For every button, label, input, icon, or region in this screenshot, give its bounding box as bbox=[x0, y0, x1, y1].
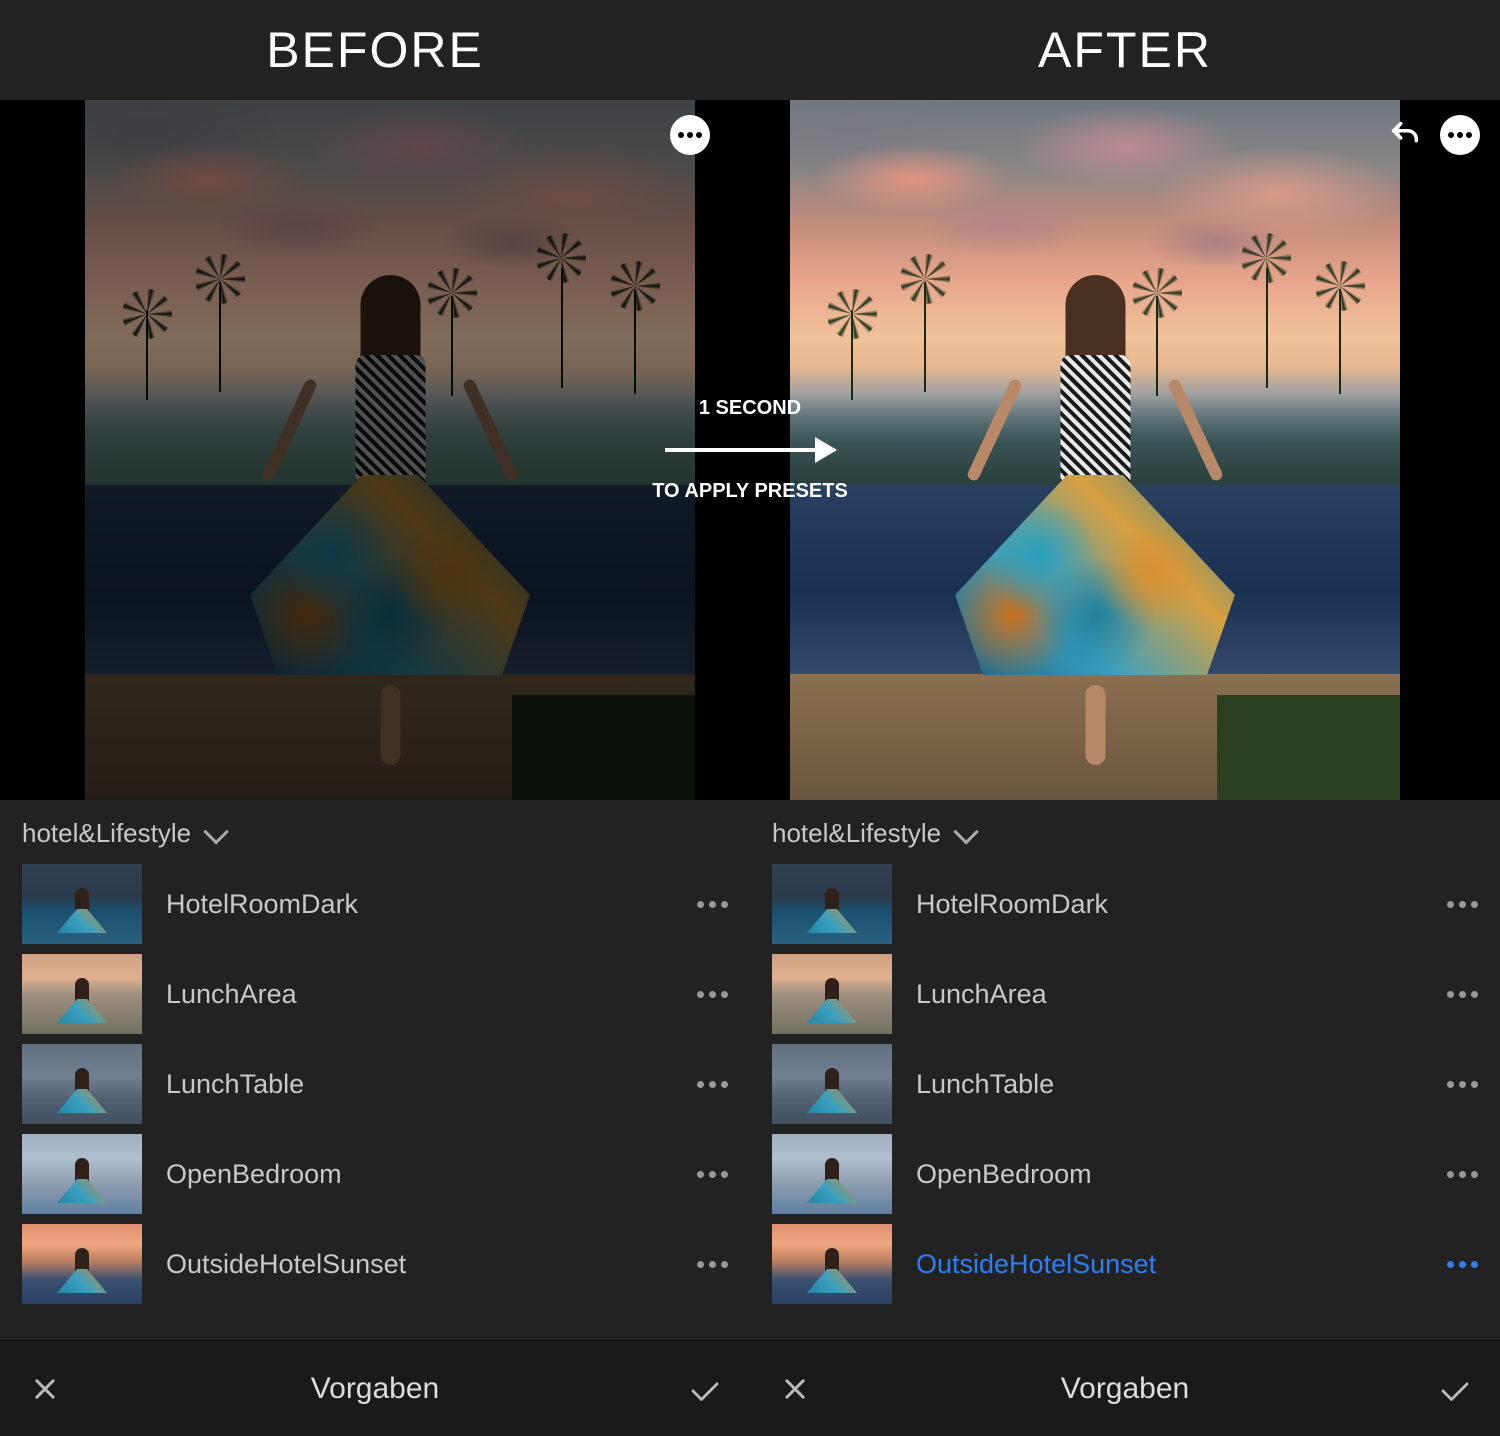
preset-thumbnail bbox=[772, 864, 892, 944]
before-image-panel bbox=[0, 100, 750, 800]
preset-name: OutsideHotelSunset bbox=[166, 1249, 673, 1280]
image-comparison-row: 1 SECOND TO APPLY PRESETS bbox=[0, 100, 1500, 800]
after-image-panel bbox=[750, 100, 1500, 800]
preset-item[interactable]: LunchArea bbox=[0, 949, 750, 1039]
more-icon[interactable] bbox=[697, 1171, 728, 1178]
preset-item[interactable]: OpenBedroom bbox=[0, 1129, 750, 1219]
preset-thumbnail bbox=[22, 864, 142, 944]
close-icon[interactable] bbox=[30, 1374, 60, 1404]
preset-thumbnail bbox=[22, 1044, 142, 1124]
preset-item[interactable]: LunchArea bbox=[750, 949, 1500, 1039]
preset-group-name: hotel&Lifestyle bbox=[772, 818, 941, 849]
preset-list: HotelRoomDark LunchArea LunchTable OpenBedr… bbox=[0, 859, 750, 1340]
more-icon[interactable] bbox=[697, 1261, 728, 1268]
preset-name: OutsideHotelSunset bbox=[916, 1249, 1423, 1280]
preset-name: OpenBedroom bbox=[166, 1159, 673, 1190]
preset-group-dropdown[interactable]: hotel&Lifestyle bbox=[0, 800, 750, 859]
confirm-icon[interactable] bbox=[690, 1374, 720, 1404]
more-icon[interactable] bbox=[1447, 901, 1478, 908]
preset-item[interactable]: LunchTable bbox=[750, 1039, 1500, 1129]
chevron-down-icon bbox=[954, 819, 979, 844]
preset-item[interactable]: LunchTable bbox=[0, 1039, 750, 1129]
preset-group-name: hotel&Lifestyle bbox=[22, 818, 191, 849]
after-photo[interactable] bbox=[790, 100, 1400, 800]
more-icon[interactable] bbox=[1447, 991, 1478, 998]
more-icon[interactable] bbox=[670, 115, 710, 155]
chevron-down-icon bbox=[204, 819, 229, 844]
preset-thumbnail bbox=[22, 1134, 142, 1214]
confirm-icon[interactable] bbox=[1440, 1374, 1470, 1404]
preset-item[interactable]: OutsideHotelSunset bbox=[0, 1219, 750, 1309]
more-icon[interactable] bbox=[1440, 115, 1480, 155]
preset-thumbnail bbox=[22, 954, 142, 1034]
more-icon[interactable] bbox=[1447, 1081, 1478, 1088]
more-icon[interactable] bbox=[697, 901, 728, 908]
before-footer: Vorgaben bbox=[0, 1340, 750, 1436]
preset-thumbnail bbox=[22, 1224, 142, 1304]
more-icon[interactable] bbox=[697, 991, 728, 998]
preset-item[interactable]: HotelRoomDark bbox=[750, 859, 1500, 949]
preset-panels-row: hotel&Lifestyle HotelRoomDark LunchArea Lu… bbox=[0, 800, 1500, 1340]
preset-name: OpenBedroom bbox=[916, 1159, 1423, 1190]
preset-name: LunchTable bbox=[916, 1069, 1423, 1100]
preset-thumbnail bbox=[772, 1134, 892, 1214]
undo-icon[interactable] bbox=[1385, 115, 1425, 155]
before-photo[interactable] bbox=[85, 100, 695, 800]
more-icon[interactable] bbox=[697, 1081, 728, 1088]
footer-row: Vorgaben Vorgaben bbox=[0, 1340, 1500, 1436]
preset-thumbnail bbox=[772, 1224, 892, 1304]
more-icon[interactable] bbox=[1447, 1261, 1478, 1268]
preset-thumbnail bbox=[772, 1044, 892, 1124]
footer-title: Vorgaben bbox=[311, 1372, 439, 1406]
preset-name: LunchTable bbox=[166, 1069, 673, 1100]
more-icon[interactable] bbox=[1447, 1171, 1478, 1178]
before-label: BEFORE bbox=[0, 21, 750, 79]
footer-title: Vorgaben bbox=[1061, 1372, 1189, 1406]
preset-name: LunchArea bbox=[916, 979, 1423, 1010]
comparison-header: BEFORE AFTER bbox=[0, 0, 1500, 100]
after-label: AFTER bbox=[750, 21, 1500, 79]
preset-list: HotelRoomDark LunchArea LunchTable OpenBedr… bbox=[750, 859, 1500, 1340]
preset-thumbnail bbox=[772, 954, 892, 1034]
preset-item[interactable]: OpenBedroom bbox=[750, 1129, 1500, 1219]
preset-name: LunchArea bbox=[166, 979, 673, 1010]
preset-item[interactable]: HotelRoomDark bbox=[0, 859, 750, 949]
after-footer: Vorgaben bbox=[750, 1340, 1500, 1436]
after-preset-panel: hotel&Lifestyle HotelRoomDark LunchArea Lu… bbox=[750, 800, 1500, 1340]
preset-item[interactable]: OutsideHotelSunset bbox=[750, 1219, 1500, 1309]
preset-group-dropdown[interactable]: hotel&Lifestyle bbox=[750, 800, 1500, 859]
close-icon[interactable] bbox=[780, 1374, 810, 1404]
preset-name: HotelRoomDark bbox=[916, 889, 1423, 920]
before-preset-panel: hotel&Lifestyle HotelRoomDark LunchArea Lu… bbox=[0, 800, 750, 1340]
preset-name: HotelRoomDark bbox=[166, 889, 673, 920]
